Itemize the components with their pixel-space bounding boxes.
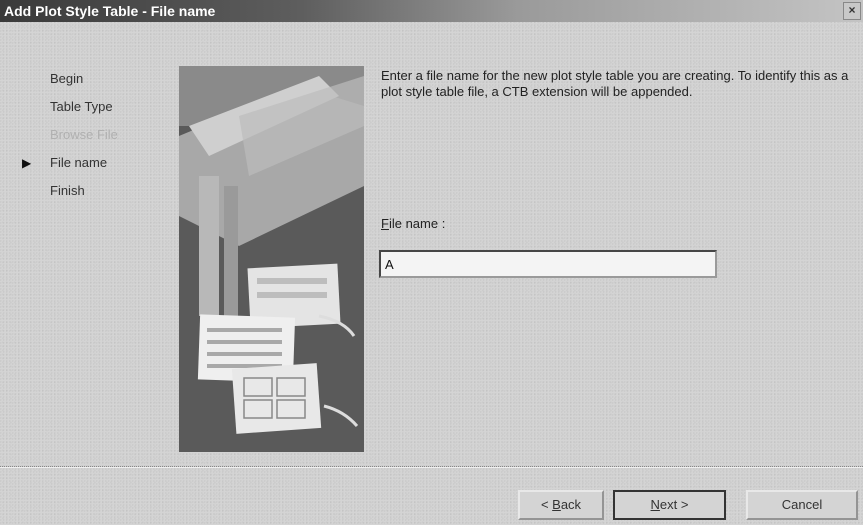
back-prefix: < [540,497,553,512]
back-mnemonic: B [552,497,561,512]
label-rest: ile name : [388,216,446,231]
arrow-right-icon: ▶ [22,156,32,170]
step-finish: Finish [22,180,118,208]
step-browse-file: Browse File [22,124,118,152]
step-label: Browse File [50,127,118,142]
file-name-input[interactable] [379,250,717,278]
wizard-steps: Begin Table Type Browse File ▶ File name… [22,68,118,208]
next-mnemonic: N [650,497,660,512]
step-label: Table Type [50,99,113,114]
instructions-text: Enter a file name for the new plot style… [381,68,849,99]
step-label: File name [50,155,108,170]
window-title: Add Plot Style Table - File name [4,3,216,19]
step-table-type: Table Type [22,96,118,124]
wizard-illustration [179,66,364,452]
next-button[interactable]: Next > [613,490,726,520]
button-separator [0,466,863,468]
close-icon[interactable]: × [843,2,861,20]
back-rest: ack [560,497,582,512]
step-begin: Begin [22,68,118,96]
cancel-button[interactable]: Cancel [746,490,858,520]
next-rest: ext > [659,497,689,512]
step-file-name: ▶ File name [22,152,118,180]
step-label: Finish [50,183,85,198]
label-mnemonic: F [381,216,389,231]
plotter-illustration [179,66,364,452]
title-bar[interactable]: Add Plot Style Table - File name × [0,0,863,22]
step-label: Begin [50,71,84,86]
back-button[interactable]: < Back [518,490,604,520]
dialog-window: Add Plot Style Table - File name × Begin… [0,0,863,525]
file-name-label: File name : [381,216,445,231]
